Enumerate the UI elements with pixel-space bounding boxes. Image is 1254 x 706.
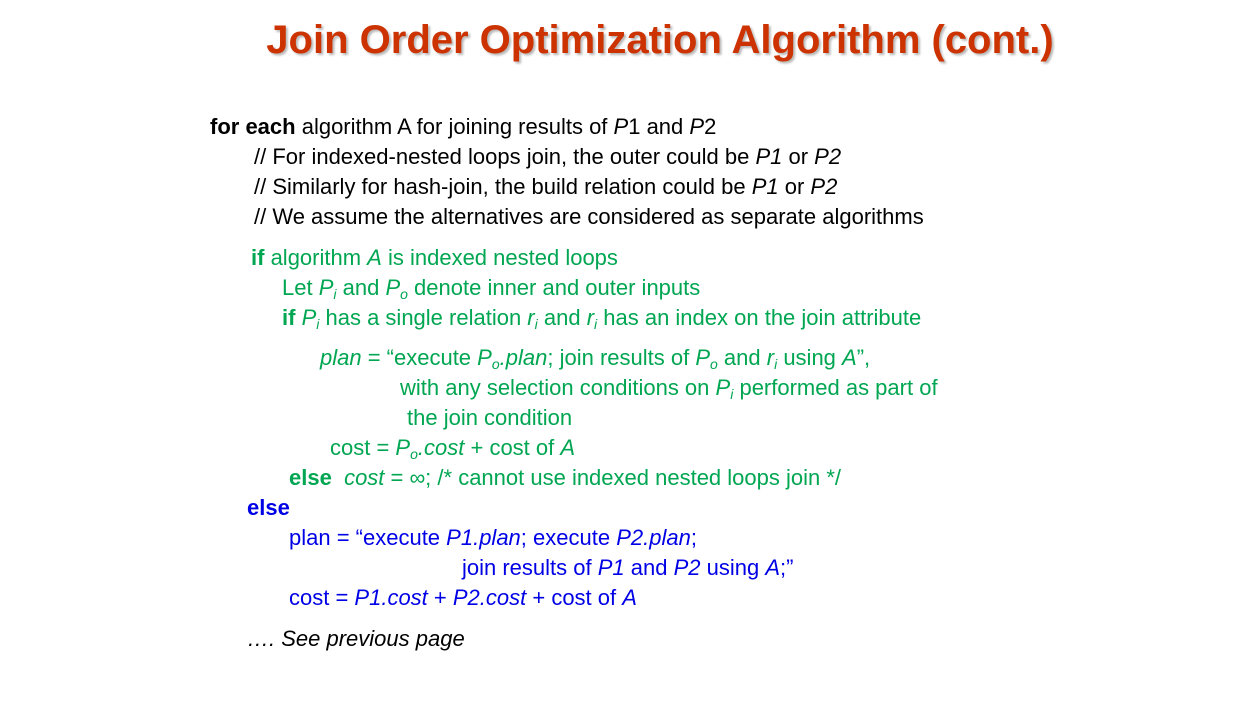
code-comment-indexed-nested: // For indexed-nested loops join, the ou… — [254, 144, 842, 169]
code-plan-execute-both: plan = “execute P1.plan; execute P2.plan… — [289, 525, 697, 550]
code-selection-conditions: with any selection conditions on Pi perf… — [400, 375, 938, 402]
code-comment-alternatives: // We assume the alternatives are consid… — [254, 204, 924, 229]
code-cost-indexed: cost = Po.cost + cost of A — [330, 435, 576, 462]
code-if-indexed-nested-loops: if algorithm A is indexed nested loops — [251, 245, 618, 270]
code-let-inputs: Let Pi and Po denote inner and outer inp… — [282, 275, 701, 302]
code-comment-hash-join: // Similarly for hash-join, the build re… — [254, 174, 838, 199]
code-join-condition: the join condition — [407, 405, 573, 430]
code-if-single-relation: if Pi has a single relation ri and ri ha… — [282, 305, 922, 332]
code-plan-execute: plan = “execute Po.plan; join results of… — [320, 345, 871, 372]
code-else-infinite-cost: else cost = ∞; /* cannot use indexed nes… — [289, 465, 842, 490]
code-join-results: join results of P1 and P2 using A;” — [462, 555, 794, 580]
code-line-for-each: for each algorithm A for joining results… — [210, 114, 717, 139]
code-else: else — [247, 495, 290, 520]
code-cost-sum: cost = P1.cost + P2.cost + cost of A — [289, 585, 637, 610]
slide-title: Join Order Optimization Algorithm (cont.… — [266, 18, 1054, 62]
see-previous-page-note: …. See previous page — [247, 626, 465, 651]
